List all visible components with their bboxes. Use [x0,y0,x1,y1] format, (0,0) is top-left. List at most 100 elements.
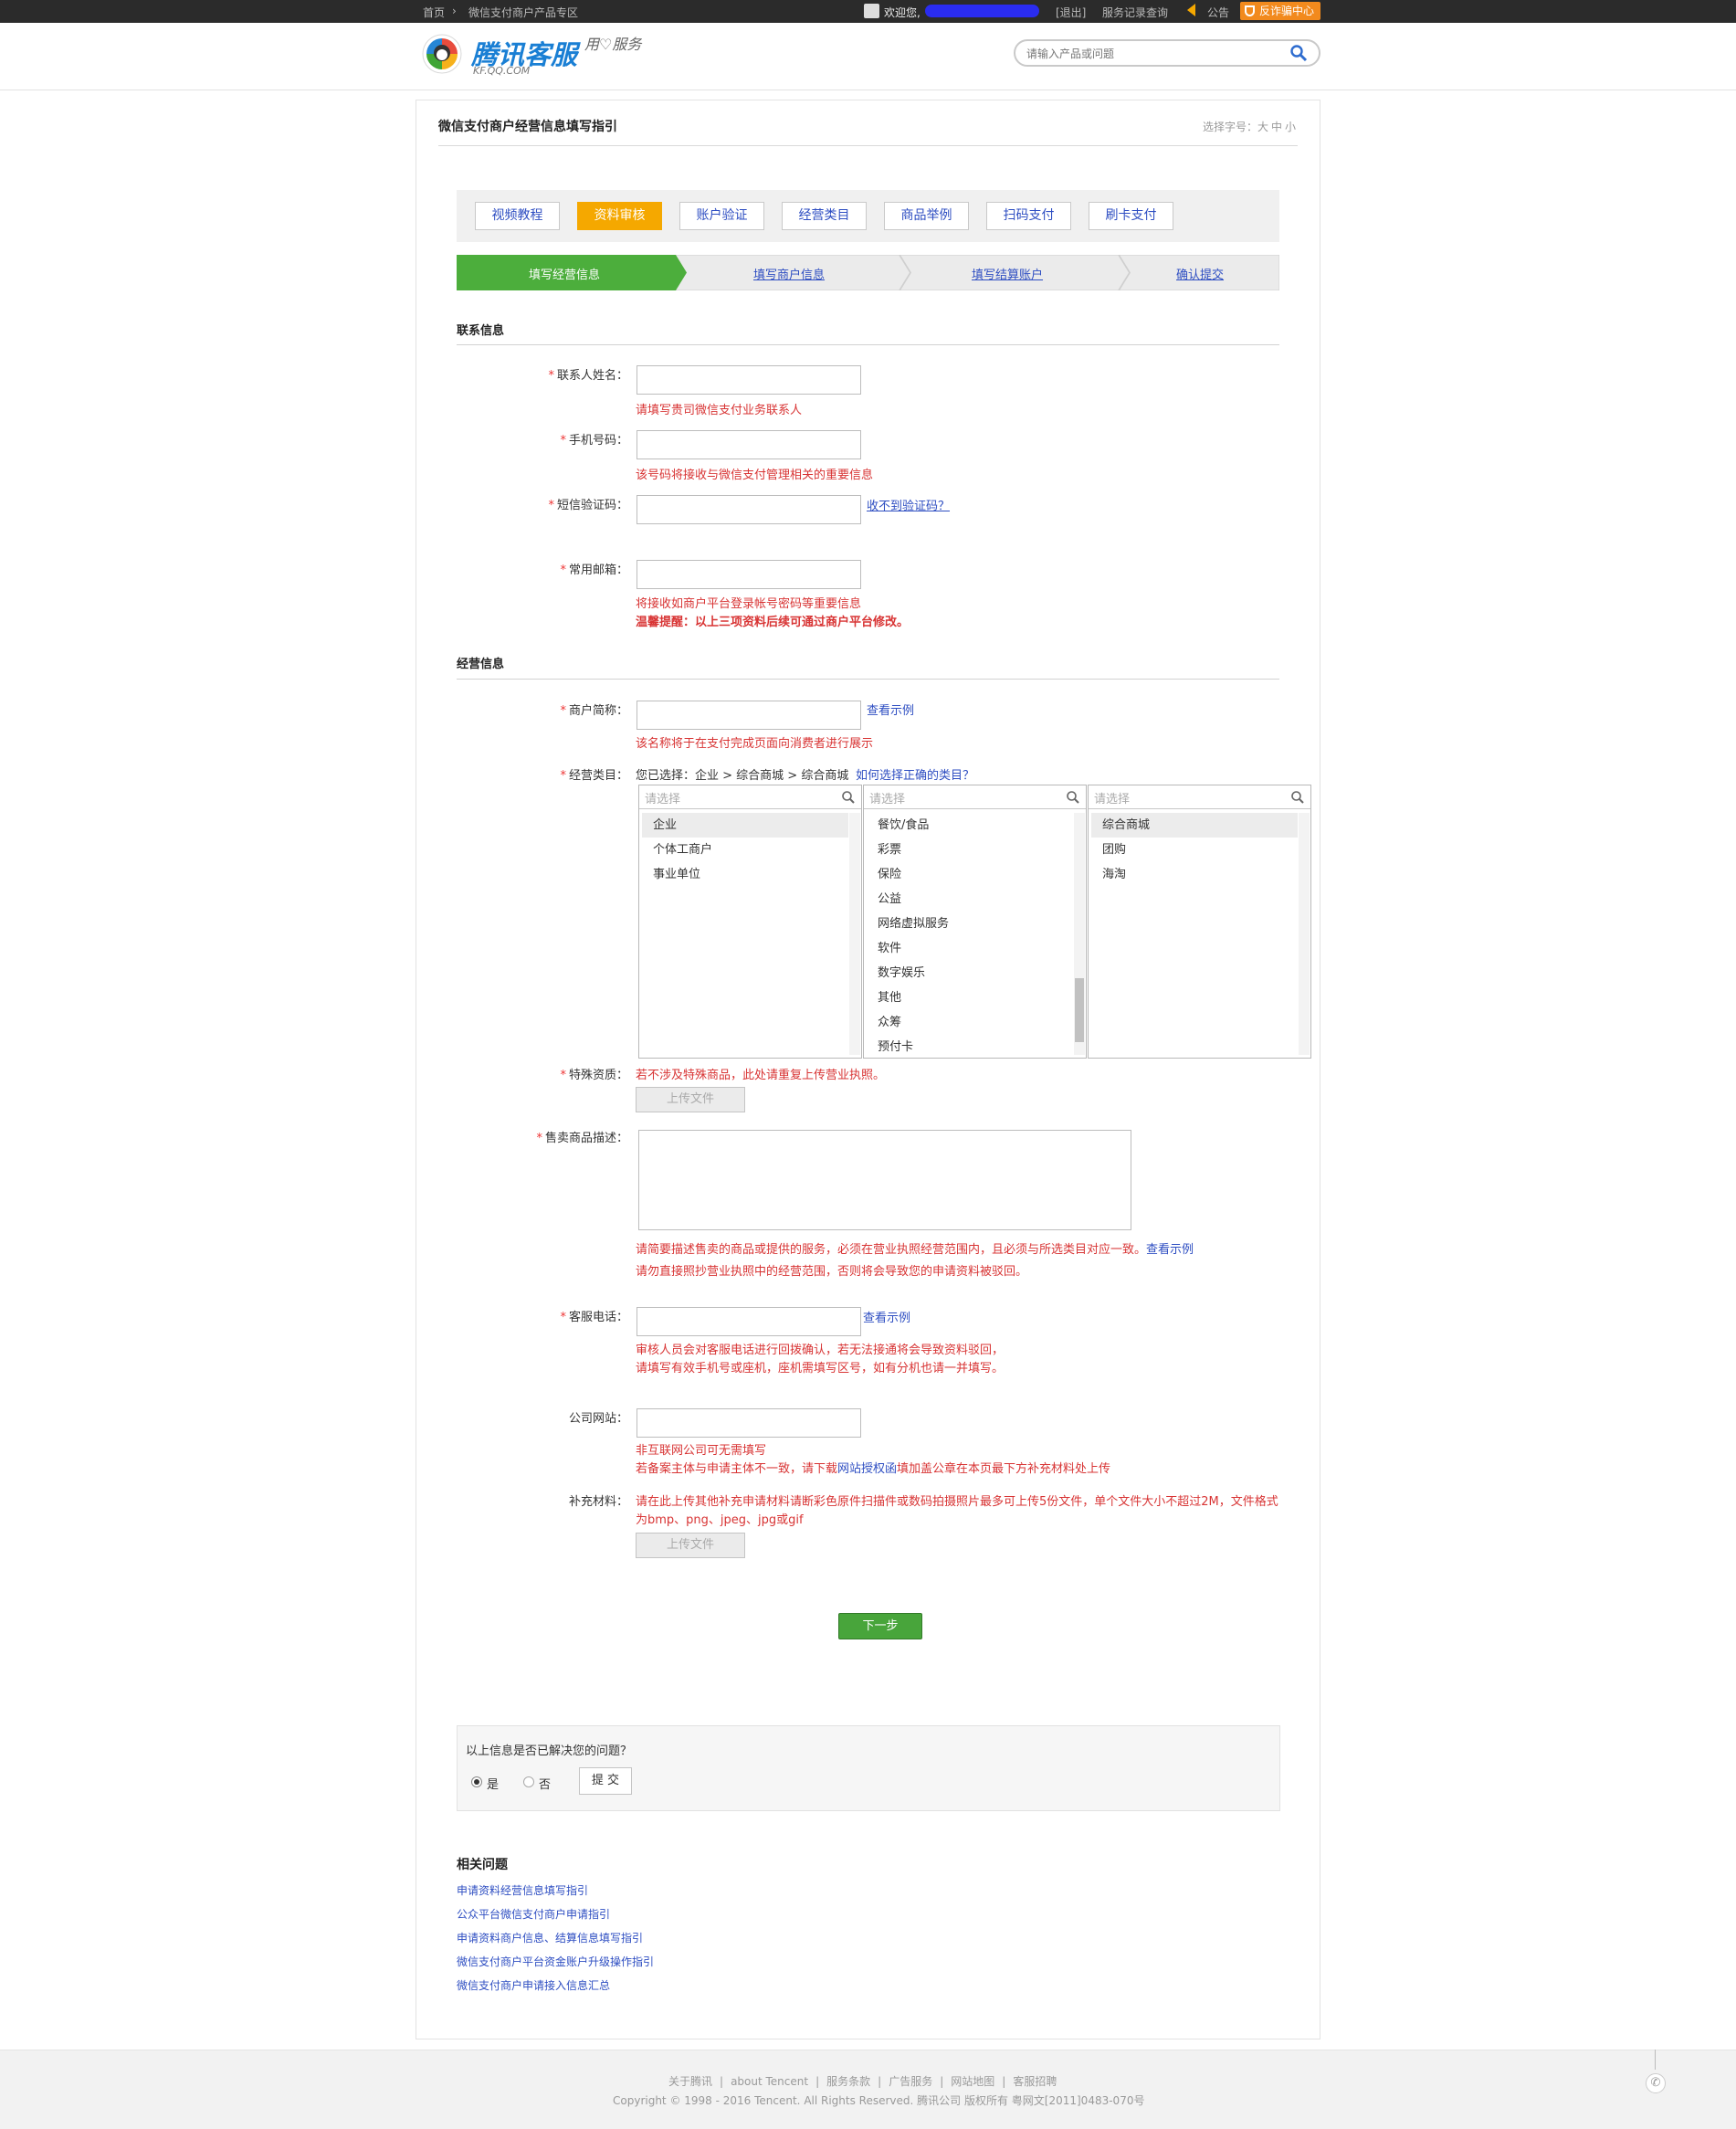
category-search-1[interactable]: 请选择 [639,785,861,809]
contact-section-title: 联系信息 [457,324,505,338]
tab-scan-payment[interactable]: 扫码支付 [986,202,1071,230]
no-sms-code-link[interactable]: 收不到验证码？ [867,496,950,513]
search-icon[interactable] [1290,790,1305,805]
category-option[interactable]: 数字娱乐 [867,961,1073,985]
category-option[interactable]: 个体工商户 [642,838,848,862]
category-option[interactable]: 团购 [1091,838,1298,862]
speaker-icon [1187,4,1195,16]
product-description-textarea[interactable] [638,1130,1131,1230]
category-option[interactable]: 公益 [867,887,1073,912]
service-phone-hint-1: 审核人员会对客服电话进行回拨确认，若无法接通将会导致资料驳回， [636,1344,1005,1357]
special-upload-button[interactable]: 上传文件 [636,1087,745,1112]
footer-link-sitemap[interactable]: 网站地图 [951,2075,994,2088]
title-divider [438,145,1298,146]
category-option[interactable]: 事业单位 [642,862,848,887]
next-step-button[interactable]: 下一步 [838,1613,922,1639]
search-icon[interactable] [1289,44,1308,66]
footer-link-terms[interactable]: 服务条款 [826,2075,870,2088]
feedback-yes-label: 是 [487,1778,500,1792]
related-link[interactable]: 微信支付商户申请接入信息汇总 [457,1977,610,1993]
merchant-short-name-input[interactable] [637,701,861,730]
category-option[interactable]: 预付卡 [867,1035,1073,1055]
tab-card-payment[interactable]: 刷卡支付 [1089,202,1173,230]
contact-section-divider [457,344,1279,345]
tab-account-verification[interactable]: 账户验证 [679,202,764,230]
page-title: 微信支付商户经营信息填写指引 [438,120,617,134]
tab-business-category[interactable]: 经营类目 [782,202,867,230]
merchant-short-name-label: * 商户简称： [560,704,628,718]
related-link[interactable]: 微信支付商户平台资金账户升级操作指引 [457,1954,654,1969]
related-link[interactable]: 公众平台微信支付商户申请指引 [457,1906,610,1922]
category-option[interactable]: 保险 [867,862,1073,887]
description-example-link[interactable]: 查看示例 [1146,1243,1194,1257]
short-name-example-link[interactable]: 查看示例 [867,701,914,718]
category-option[interactable]: 企业 [642,813,848,838]
tab-document-review[interactable]: 资料审核 [577,202,662,230]
category-option[interactable]: 综合商城 [1091,813,1298,838]
logout-link[interactable]: [退出] [1056,5,1086,20]
category-option[interactable]: 其他 [867,985,1073,1010]
tencent-logo-icon [422,34,462,74]
search-icon[interactable] [1066,790,1080,805]
footer-link-ads[interactable]: 广告服务 [889,2075,932,2088]
footer-link-jobs[interactable]: 客服招聘 [1013,2075,1057,2088]
supplement-label: 补充材料： [568,1495,628,1509]
company-website-input[interactable] [637,1408,861,1438]
category-search-3[interactable]: 请选择 [1089,785,1310,809]
category-option[interactable]: 网络虚拟服务 [867,912,1073,936]
site-header: 腾讯客服 KF.QQ.COM 用♡服务 [0,23,1736,90]
welcome-text: 欢迎您, [884,6,921,19]
category-option[interactable]: 彩票 [867,838,1073,862]
warm-reminder: 温馨提醒：以上三项资料后续可通过商户平台修改。 [636,616,910,629]
step-4-link[interactable]: 确认提交 [1176,265,1224,282]
user-avatar-icon [864,4,879,18]
step-3-link[interactable]: 填写结算账户 [972,265,1043,282]
search-input[interactable] [1026,45,1273,63]
category-option[interactable]: 软件 [867,936,1073,961]
category-option[interactable]: 海淘 [1091,862,1298,887]
category-scrollbar-1[interactable] [849,813,860,1055]
category-option[interactable]: 餐饮/食品 [867,813,1073,838]
sms-code-label: * 短信验证码： [548,499,628,512]
category-help-link[interactable]: 如何选择正确的类目？ [856,765,974,783]
mobile-input[interactable] [637,430,861,459]
contact-name-input[interactable] [637,365,861,395]
home-link[interactable]: 首页 [423,5,445,20]
related-link[interactable]: 申请资料经营信息填写指引 [457,1882,588,1898]
sms-code-input[interactable] [637,495,861,524]
category-option[interactable]: 众筹 [867,1010,1073,1035]
feedback-yes-radio[interactable] [471,1776,482,1787]
service-records-link[interactable]: 服务记录查询 [1102,5,1168,20]
category-scrollbar-3[interactable] [1299,813,1310,1055]
product-description-label: * 售卖商品描述： [536,1132,628,1145]
footer-link-about-en[interactable]: about Tencent [731,2075,808,2088]
category-scrollbar-2[interactable] [1074,813,1085,1055]
service-phone-example-link[interactable]: 查看示例 [863,1308,910,1325]
category-search-2[interactable]: 请选择 [864,785,1086,809]
shield-icon [1245,5,1255,16]
phone-icon[interactable]: ✆ [1646,2073,1666,2093]
feedback-submit-button[interactable]: 提 交 [579,1767,632,1795]
email-input[interactable] [637,560,861,589]
business-section-title: 经营信息 [457,658,505,671]
footer-copyright: Copyright © 1998 - 2016 Tencent. All Rig… [613,2094,1145,2107]
slogan: 用♡服务 [584,36,642,53]
search-icon[interactable] [841,790,856,805]
feedback-no-radio[interactable] [523,1776,534,1787]
supplement-upload-button[interactable]: 上传文件 [636,1533,745,1558]
email-label: * 常用邮箱： [560,564,628,577]
related-link[interactable]: 申请资料商户信息、结算信息填写指引 [457,1930,643,1945]
font-size-large[interactable]: 大 [1257,119,1268,134]
font-size-medium[interactable]: 中 [1271,119,1282,134]
step-2-link[interactable]: 填写商户信息 [753,265,825,282]
search-box[interactable] [1014,39,1320,67]
tab-product-examples[interactable]: 商品举例 [884,202,969,230]
notice-link[interactable]: 公告 [1207,5,1229,20]
service-phone-input[interactable] [637,1307,861,1336]
footer-link-about[interactable]: 关于腾讯 [668,2075,712,2088]
tab-video-tutorial[interactable]: 视频教程 [475,202,560,230]
zone-link[interactable]: 微信支付商户产品专区 [468,5,578,20]
font-size-small[interactable]: 小 [1285,119,1296,134]
service-phone-label: * 客服电话： [560,1311,628,1324]
website-authorization-link[interactable]: 网站授权函 [837,1462,897,1476]
